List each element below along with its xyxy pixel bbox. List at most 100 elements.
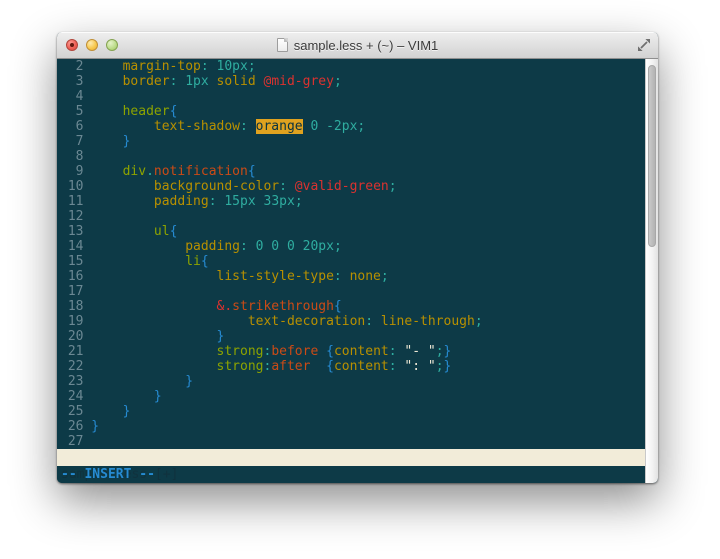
- code-line[interactable]: 13 ul{: [60, 224, 645, 239]
- code-line[interactable]: 5 header{: [60, 104, 645, 119]
- code-text: div.notification{: [91, 164, 645, 179]
- line-number: 19: [60, 314, 91, 329]
- code-line[interactable]: 3 border: 1px solid @mid-grey;: [60, 74, 645, 89]
- code-token: before: [271, 344, 318, 359]
- code-line[interactable]: 7 }: [60, 134, 645, 149]
- line-number: 11: [60, 194, 91, 209]
- code-text: [91, 434, 645, 449]
- code-token: ;: [475, 314, 483, 329]
- code-line[interactable]: 25 }: [60, 404, 645, 419]
- code-token: {: [326, 344, 334, 359]
- code-token: ;: [357, 119, 365, 134]
- code-line[interactable]: 27: [60, 434, 645, 449]
- code-line[interactable]: 15 li{: [60, 254, 645, 269]
- code-line[interactable]: 26}: [60, 419, 645, 434]
- code-token: ;: [381, 269, 389, 284]
- statusline: sample.less [+] 3,33 Bot: [57, 449, 645, 466]
- code-token: [91, 389, 154, 404]
- code-token: li: [185, 254, 201, 269]
- line-number: 24: [60, 389, 91, 404]
- code-token: {: [201, 254, 209, 269]
- code-line[interactable]: 4: [60, 89, 645, 104]
- code-text: &.strikethrough{: [91, 299, 645, 314]
- code-token: }: [185, 374, 193, 389]
- code-token: padding: [154, 194, 209, 209]
- fullscreen-icon[interactable]: [637, 38, 651, 52]
- code-token: ;: [295, 194, 303, 209]
- code-token: after: [271, 359, 310, 374]
- code-token: ;: [389, 179, 397, 194]
- code-token: }: [91, 419, 99, 434]
- code-token: ": ": [404, 359, 435, 374]
- code-token: {: [248, 164, 256, 179]
- code-token: @mid-grey: [264, 74, 334, 89]
- code-token: border: [123, 74, 170, 89]
- code-line[interactable]: 14 padding: 0 0 0 20px;: [60, 239, 645, 254]
- code-line[interactable]: 8: [60, 149, 645, 164]
- scrollbar-thumb[interactable]: [648, 65, 656, 247]
- code-text: [91, 284, 645, 299]
- code-token: [91, 374, 185, 389]
- line-number: 15: [60, 254, 91, 269]
- code-token: 0 0 0 20px: [256, 239, 334, 254]
- code-token: :: [240, 119, 248, 134]
- vim-window: sample.less + (~) – VIM1 2 margin-top: 1…: [57, 32, 658, 483]
- code-text: padding: 15px 33px;: [91, 194, 645, 209]
- code-line[interactable]: 24 }: [60, 389, 645, 404]
- code-token: [91, 314, 248, 329]
- code-token: strong: [217, 344, 264, 359]
- code-token: -2px: [326, 119, 357, 134]
- code-token: }: [444, 359, 452, 374]
- code-line[interactable]: 20 }: [60, 329, 645, 344]
- code-area[interactable]: 2 margin-top: 10px;3 border: 1px solid @…: [57, 59, 645, 449]
- code-token: [91, 224, 154, 239]
- code-line[interactable]: 12: [60, 209, 645, 224]
- code-token: strong: [217, 359, 264, 374]
- code-text: header{: [91, 104, 645, 119]
- code-token: content: [334, 359, 389, 374]
- code-line[interactable]: 16 list-style-type: none;: [60, 269, 645, 284]
- code-token: ;: [334, 74, 342, 89]
- line-number: 13: [60, 224, 91, 239]
- code-line[interactable]: 11 padding: 15px 33px;: [60, 194, 645, 209]
- code-line[interactable]: 17: [60, 284, 645, 299]
- line-number: 4: [60, 89, 91, 104]
- code-token: none: [350, 269, 381, 284]
- code-text: }: [91, 404, 645, 419]
- fullscreen-arrows-glyph: [637, 38, 651, 52]
- code-token: line-through: [381, 314, 475, 329]
- code-text: strong:before {content: "- ";}: [91, 344, 645, 359]
- code-line[interactable]: 6 text-shadow: orange 0 -2px;: [60, 119, 645, 134]
- code-token: @valid-green: [295, 179, 389, 194]
- scrollbar[interactable]: [645, 59, 658, 483]
- code-token: text-decoration: [248, 314, 365, 329]
- code-token: {: [170, 224, 178, 239]
- code-token: [248, 239, 256, 254]
- line-number: 26: [60, 419, 91, 434]
- code-line[interactable]: 21 strong:before {content: "- ";}: [60, 344, 645, 359]
- titlebar[interactable]: sample.less + (~) – VIM1: [57, 32, 658, 59]
- code-token: margin-top: [123, 59, 201, 74]
- code-text: }: [91, 329, 645, 344]
- code-token: [91, 179, 154, 194]
- code-token: [91, 254, 185, 269]
- document-proxy-icon[interactable]: [277, 38, 288, 52]
- code-line[interactable]: 18 &.strikethrough{: [60, 299, 645, 314]
- code-line[interactable]: 10 background-color: @valid-green;: [60, 179, 645, 194]
- line-number: 20: [60, 329, 91, 344]
- line-number: 16: [60, 269, 91, 284]
- code-line[interactable]: 19 text-decoration: line-through;: [60, 314, 645, 329]
- code-line[interactable]: 2 margin-top: 10px;: [60, 59, 645, 74]
- code-token: [318, 119, 326, 134]
- line-number: 23: [60, 374, 91, 389]
- code-token: "- ": [404, 344, 435, 359]
- code-line[interactable]: 9 div.notification{: [60, 164, 645, 179]
- code-token: list-style-type: [217, 269, 334, 284]
- code-token: text-shadow: [154, 119, 240, 134]
- code-line[interactable]: 23 }: [60, 374, 645, 389]
- code-line[interactable]: 22 strong:after {content: ": ";}: [60, 359, 645, 374]
- code-token: [342, 269, 350, 284]
- line-number: 27: [60, 434, 91, 449]
- code-text: [91, 89, 645, 104]
- code-token: [373, 314, 381, 329]
